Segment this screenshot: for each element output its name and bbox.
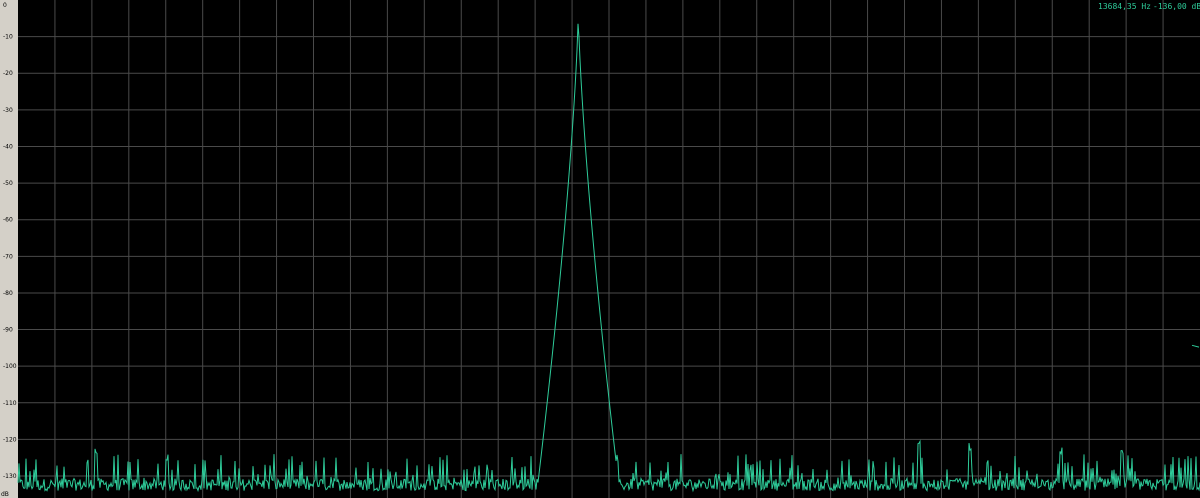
y-tick-label: -20: [3, 70, 13, 77]
y-tick-label: -90: [3, 327, 13, 334]
spectrum-analyzer: 0 -10 -20 -30 -40 -50 -60 -70 -80 -90 -100 -110 -120…: [0, 0, 1200, 498]
y-tick-label: -10: [3, 34, 13, 41]
y-tick-label: -80: [3, 290, 13, 297]
y-tick-label: -60: [3, 217, 13, 224]
spectrum-plot[interactable]: 0 -10 -20 -30 -40 -50 -60 -70 -80 -90 -100 -110 -120…: [0, 0, 1200, 498]
y-tick-label: -120: [3, 436, 17, 443]
y-tick-label: -40: [3, 143, 13, 150]
frequency-readout: 13684,35 Hz: [1098, 2, 1151, 11]
y-tick-label: -30: [3, 107, 13, 114]
y-tick-label: -110: [3, 400, 17, 407]
y-tick-label: -70: [3, 253, 13, 260]
y-tick-label: 0: [3, 2, 7, 9]
level-readout: -136,00 dB: [1153, 2, 1200, 11]
y-axis-unit: dB: [1, 491, 9, 498]
y-tick-label: -130: [3, 473, 17, 480]
y-tick-label: -50: [3, 180, 13, 187]
y-tick-label: -100: [3, 363, 17, 370]
